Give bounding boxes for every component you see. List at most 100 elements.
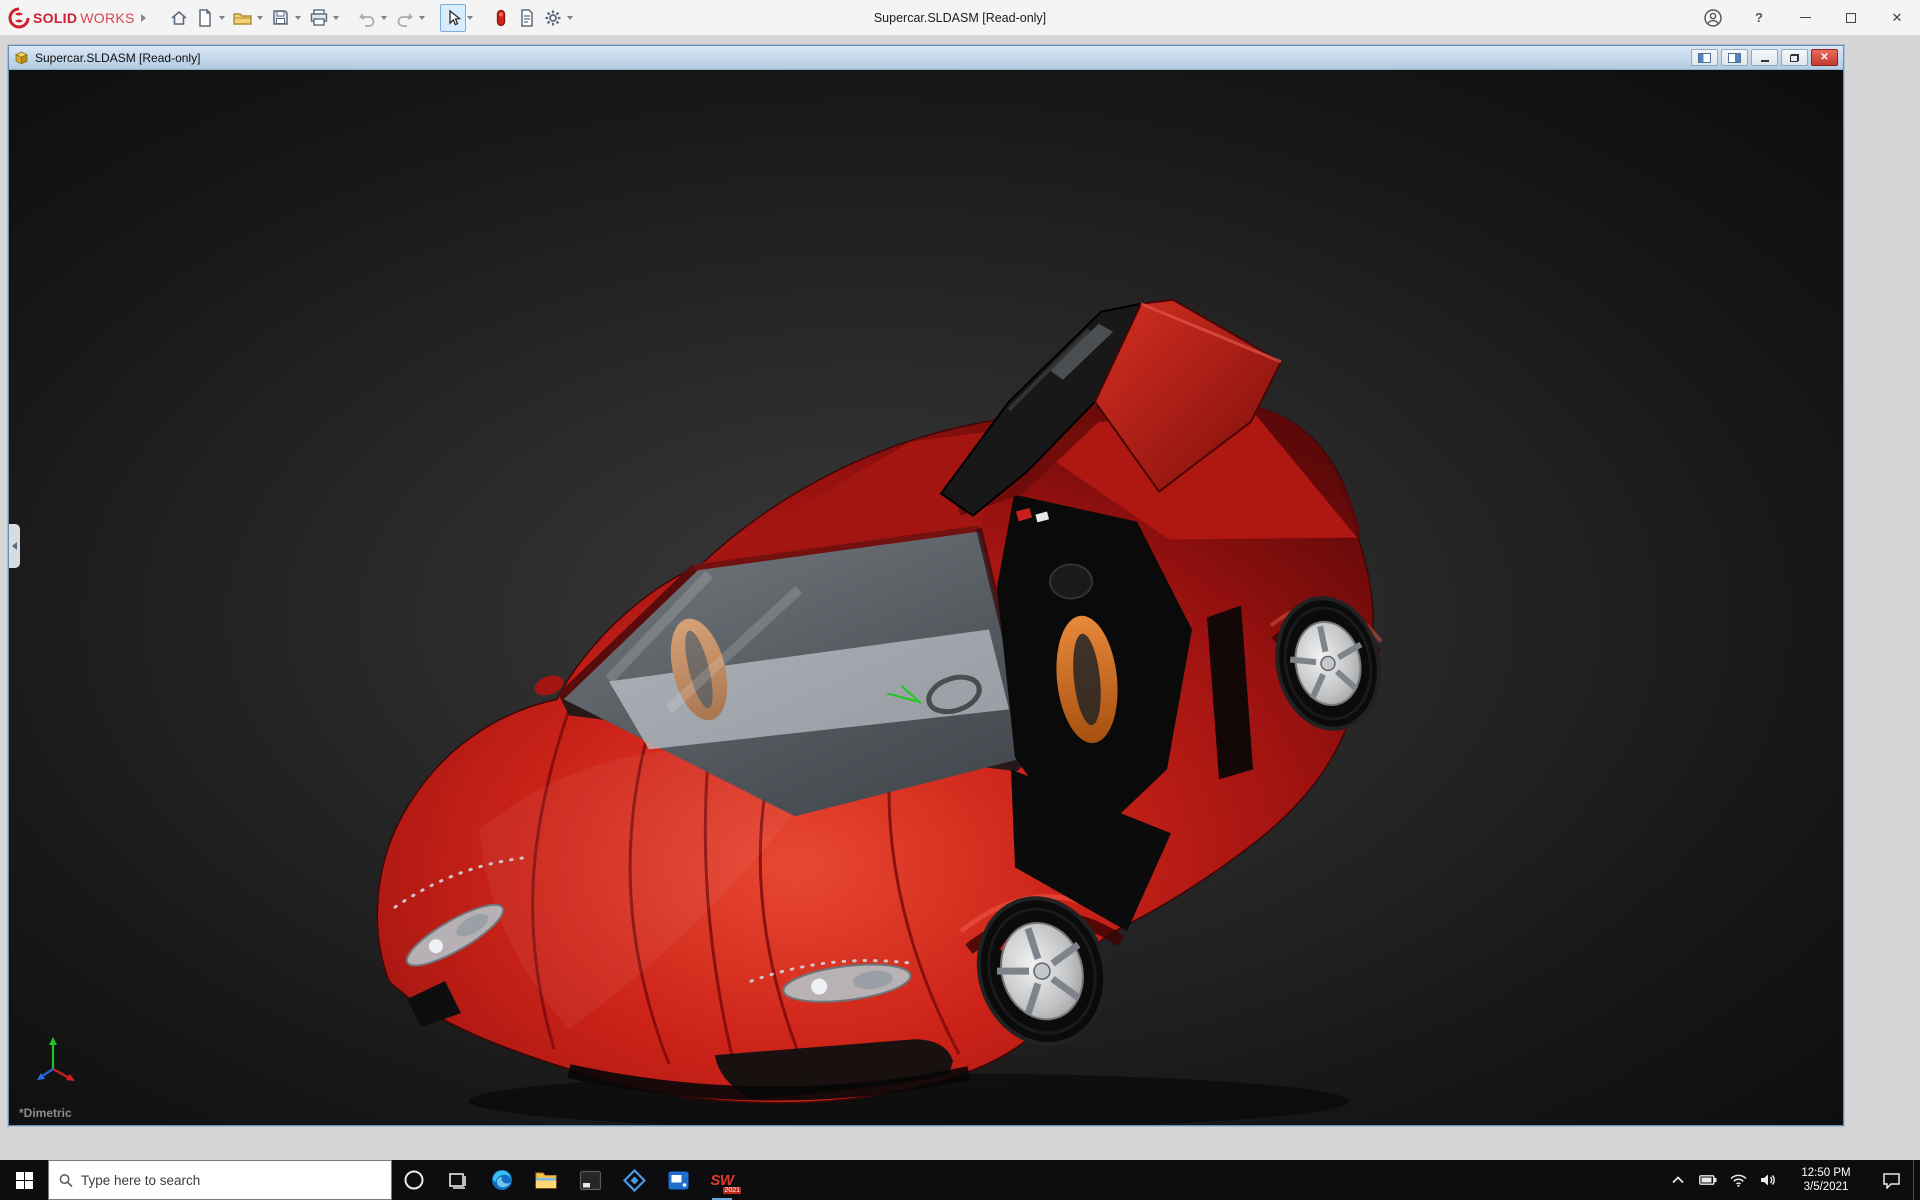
undo-dropdown-caret-icon[interactable] <box>380 15 387 20</box>
close-button[interactable]: ✕ <box>1874 0 1920 36</box>
split-pane-right-icon <box>1728 52 1741 63</box>
save-icon <box>273 10 288 25</box>
quick-access-toolbar <box>166 3 578 32</box>
windows-logo-icon <box>15 1171 33 1189</box>
brand-solid-text: SOLID <box>33 9 78 26</box>
tray-overflow-button[interactable] <box>1663 1160 1693 1200</box>
options-dropdown-caret-icon[interactable] <box>566 15 573 20</box>
child-minimize-icon <box>1760 59 1769 62</box>
redo-dropdown-caret-icon[interactable] <box>418 15 425 20</box>
search-input[interactable] <box>80 1172 381 1188</box>
solidworks-letters: SW <box>710 1171 734 1189</box>
graphics-viewport[interactable]: *Dimetric <box>9 70 1843 1125</box>
network-button[interactable] <box>1723 1160 1753 1200</box>
view-orientation-label: *Dimetric <box>19 1106 72 1120</box>
child-close-button[interactable]: ✕ <box>1811 49 1838 66</box>
system-tray: 12:50 PM 3/5/2021 <box>1663 1160 1920 1200</box>
pane-right-button[interactable] <box>1721 49 1748 66</box>
options-button[interactable] <box>540 4 566 32</box>
pane-left-button[interactable] <box>1691 49 1718 66</box>
child-window-titlebar[interactable]: Supercar.SLDASM [Read-only] ✕ <box>9 46 1843 70</box>
search-icon <box>59 1173 73 1187</box>
user-account-icon <box>1704 8 1722 27</box>
speaker-icon <box>1761 1174 1775 1186</box>
file-explorer-icon <box>535 1172 557 1189</box>
taskbar-clock[interactable]: 12:50 PM 3/5/2021 <box>1783 1160 1869 1200</box>
solidworks-taskbar-button[interactable]: SW 2021 <box>700 1160 744 1200</box>
solidworks-brand: SOLID WORKS <box>8 7 135 29</box>
new-document-button[interactable] <box>192 4 218 32</box>
select-cursor-icon <box>449 9 461 25</box>
taskbar-search[interactable] <box>48 1160 392 1200</box>
minimize-icon <box>1799 16 1811 19</box>
brand-works-text: WORKS <box>80 9 135 26</box>
blue-window-app-icon <box>668 1171 688 1189</box>
child-restore-button[interactable] <box>1781 49 1808 66</box>
split-pane-left-icon <box>1698 52 1711 63</box>
supercar-3d-model[interactable] <box>9 70 1843 1125</box>
child-minimize-button[interactable] <box>1751 49 1778 66</box>
open-folder-icon <box>233 12 252 25</box>
undo-button[interactable] <box>354 4 380 32</box>
cortana-button[interactable] <box>392 1160 436 1200</box>
help-icon: ? <box>1755 10 1763 25</box>
edge-button[interactable] <box>480 1160 524 1200</box>
home-icon <box>171 10 187 25</box>
action-center-button[interactable] <box>1869 1160 1913 1200</box>
maximize-button[interactable] <box>1828 0 1874 36</box>
open-dropdown-caret-icon[interactable] <box>256 15 263 20</box>
solidworks-app-icon: SW 2021 <box>707 1166 741 1194</box>
file-properties-button[interactable] <box>514 4 540 32</box>
dark-app-button[interactable] <box>568 1160 612 1200</box>
task-view-button[interactable] <box>436 1160 480 1200</box>
save-dropdown-caret-icon[interactable] <box>294 15 301 20</box>
gear-icon <box>545 10 561 25</box>
file-explorer-button[interactable] <box>524 1160 568 1200</box>
undo-icon <box>358 12 375 27</box>
blue-diamond-app-icon <box>622 1168 646 1192</box>
show-desktop-strip[interactable] <box>1913 1160 1920 1200</box>
account-button[interactable] <box>1690 0 1736 36</box>
select-tool-button[interactable] <box>439 3 466 32</box>
menu-expand-arrow-icon[interactable] <box>140 13 146 22</box>
edge-icon <box>492 1170 512 1190</box>
child-window-title: Supercar.SLDASM [Read-only] <box>35 50 201 65</box>
dassault-3ds-logo-icon <box>8 7 30 28</box>
reference-triad <box>37 1037 75 1081</box>
print-icon <box>310 9 327 26</box>
battery-button[interactable] <box>1693 1160 1723 1200</box>
select-dropdown-caret-icon[interactable] <box>466 15 473 20</box>
redo-icon <box>397 12 413 27</box>
new-dropdown-caret-icon[interactable] <box>218 15 225 20</box>
rebuild-button[interactable] <box>488 4 514 32</box>
help-button[interactable]: ? <box>1736 0 1782 36</box>
clock-date: 3/5/2021 <box>1803 1181 1849 1193</box>
minimize-button[interactable] <box>1782 0 1828 36</box>
home-button[interactable] <box>166 4 192 32</box>
chevron-up-icon <box>1672 1176 1684 1184</box>
start-button[interactable] <box>0 1160 48 1200</box>
blue-window-app-button[interactable] <box>656 1160 700 1200</box>
featuremanager-collapsed-tab[interactable] <box>9 523 20 568</box>
battery-icon <box>1699 1175 1717 1185</box>
maximize-icon <box>1846 12 1856 23</box>
open-button[interactable] <box>230 4 256 32</box>
window-document-title: Supercar.SLDASM [Read-only] <box>873 11 1047 25</box>
wifi-icon <box>1729 1174 1747 1187</box>
task-view-icon <box>449 1173 466 1189</box>
child-restore-icon <box>1790 53 1799 62</box>
blue-diamond-app-button[interactable] <box>612 1160 656 1200</box>
print-dropdown-caret-icon[interactable] <box>332 15 339 20</box>
windows-taskbar: SW 2021 <box>0 1160 1920 1200</box>
child-close-icon: ✕ <box>1820 51 1829 63</box>
volume-button[interactable] <box>1753 1160 1783 1200</box>
triad-y-axis-icon <box>49 1037 57 1045</box>
print-button[interactable] <box>306 4 332 32</box>
assembly-document-icon <box>15 51 28 64</box>
redo-button[interactable] <box>392 4 418 32</box>
cortana-icon <box>404 1170 424 1190</box>
new-document-icon <box>198 8 211 27</box>
close-icon: ✕ <box>1891 9 1903 25</box>
save-button[interactable] <box>268 4 294 32</box>
document-child-window: Supercar.SLDASM [Read-only] ✕ *Dimetric <box>8 45 1844 1126</box>
